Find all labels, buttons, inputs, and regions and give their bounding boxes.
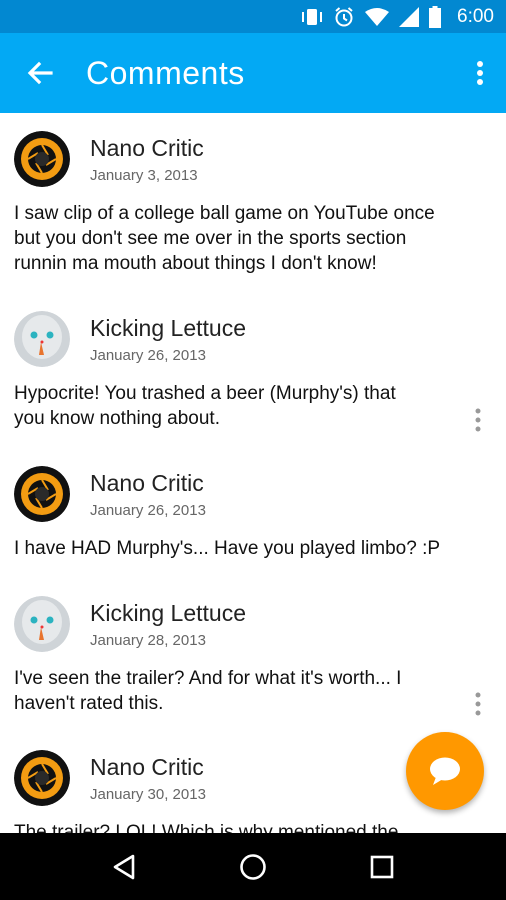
comment-date: January 26, 2013 (90, 502, 206, 519)
more-vert-icon (475, 692, 481, 716)
comments-list[interactable]: Nano Critic January 3, 2013 I saw clip o… (0, 113, 506, 833)
comment-date: January 28, 2013 (90, 632, 206, 649)
app-bar: Comments (0, 33, 506, 113)
battery-icon (429, 5, 442, 28)
system-nav-bar (0, 833, 506, 900)
arrow-back-icon (27, 61, 53, 85)
comment-text: I've seen the trailer? And for what it's… (14, 668, 402, 714)
aperture-avatar[interactable] (14, 750, 70, 806)
comment-author[interactable]: Nano Critic (90, 470, 204, 497)
back-triangle-icon (114, 854, 135, 879)
overflow-menu-button[interactable] (460, 33, 500, 113)
more-vert-icon (477, 61, 483, 85)
comment-date: January 26, 2013 (90, 347, 206, 364)
aperture-avatar[interactable] (14, 131, 70, 187)
aperture-avatar[interactable] (14, 466, 70, 522)
comment-text: The trailer? LOL! Which is why mentioned… (14, 822, 399, 833)
comment-item: Nano Critic January 26, 2013 I have HAD … (0, 448, 506, 573)
status-time: 6:00 (457, 5, 494, 27)
comment-date: January 3, 2013 (90, 167, 198, 184)
comment-text: Hypocrite! You trashed a beer (Murphy's)… (14, 383, 396, 429)
home-circle-icon (240, 853, 266, 880)
nav-back-button[interactable] (94, 837, 154, 897)
comment-author[interactable]: Nano Critic (90, 754, 204, 781)
signal-icon (399, 6, 420, 27)
comment-menu-button[interactable] (468, 689, 488, 719)
chat-bubble-icon (430, 757, 460, 785)
back-button[interactable] (10, 33, 70, 113)
comment-author[interactable]: Kicking Lettuce (90, 600, 246, 627)
comment-menu-button[interactable] (468, 405, 488, 435)
plush-avatar[interactable] (14, 596, 70, 652)
comment-author[interactable]: Nano Critic (90, 135, 204, 162)
nav-recents-button[interactable] (352, 837, 412, 897)
comment-item: Kicking Lettuce January 28, 2013 I've se… (0, 578, 506, 728)
comment-item: Kicking Lettuce January 26, 2013 Hypocri… (0, 293, 506, 443)
status-bar: 6:00 (0, 0, 506, 33)
comment-text: I have HAD Murphy's... Have you played l… (14, 538, 441, 559)
recents-square-icon (370, 855, 393, 878)
comment-date: January 30, 2013 (90, 786, 206, 803)
add-comment-button[interactable] (406, 732, 484, 810)
comment-author[interactable]: Kicking Lettuce (90, 315, 246, 342)
more-vert-icon (475, 408, 481, 432)
vibrate-icon (301, 7, 323, 27)
plush-avatar[interactable] (14, 311, 70, 367)
alarm-icon (333, 6, 355, 28)
comment-item: Nano Critic January 3, 2013 I saw clip o… (0, 113, 506, 283)
comment-text: I saw clip of a college ball game on You… (14, 203, 435, 274)
wifi-icon (365, 7, 390, 27)
page-title: Comments (86, 54, 245, 91)
nav-home-button[interactable] (223, 837, 283, 897)
